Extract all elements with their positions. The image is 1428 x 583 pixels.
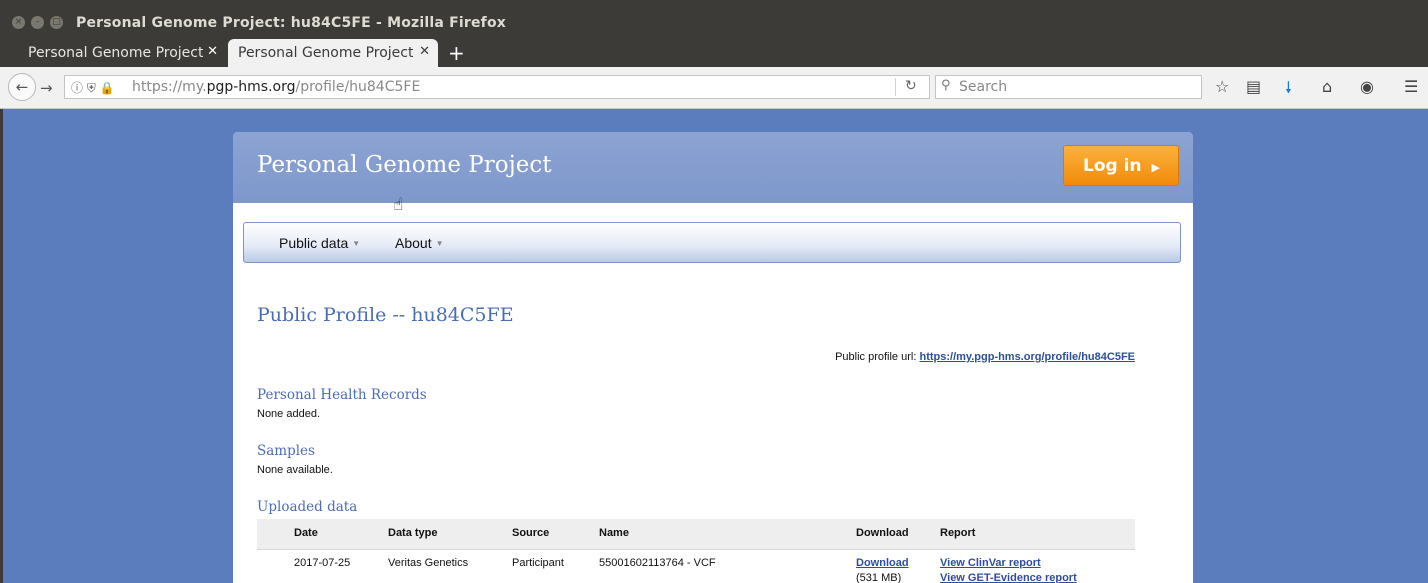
profile-url-link[interactable]: https://my.pgp-hms.org/profile/hu84C5FE <box>919 351 1135 363</box>
menu-public-data[interactable]: Public data ▼ <box>279 235 360 251</box>
column-header: Report <box>940 527 976 539</box>
profile-url-line: Public profile url: https://my.pgp-hms.o… <box>835 351 1135 363</box>
caret-down-icon: ▼ <box>435 239 444 248</box>
samples-text: None available. <box>257 464 333 476</box>
page-viewport: Personal Genome Project Log in ▶ ☝ Public… <box>3 109 1428 583</box>
search-placeholder: Search <box>959 79 1008 95</box>
url-separator <box>895 78 896 96</box>
uploaded-data-title: Uploaded data <box>257 499 358 515</box>
url-host: pgp-hms.org <box>206 79 296 95</box>
new-tab-button[interactable]: + <box>448 41 465 65</box>
home-icon[interactable]: ⌂ <box>1322 77 1332 96</box>
tab-active[interactable]: Personal Genome Project ✕ <box>228 39 438 67</box>
table-header: Date Data type Source Name Download Repo… <box>257 519 1135 550</box>
window-titlebar: × – □ Personal Genome Project: hu84C5FE … <box>0 9 1428 37</box>
table-row: 2017-07-25 Veritas Genetics Participant … <box>257 550 1135 583</box>
menu-about[interactable]: About ▼ <box>395 235 444 251</box>
site-header: Personal Genome Project Log in ▶ ☝ <box>233 132 1193 215</box>
uploaded-data-table: Date Data type Source Name Download Repo… <box>257 519 1135 583</box>
tab-inactive[interactable]: Personal Genome Project ✕ <box>18 39 226 67</box>
reading-list-icon[interactable]: ▤ <box>1246 77 1261 96</box>
column-header: Source <box>512 527 550 539</box>
content-container: Personal Genome Project Log in ▶ ☝ Public… <box>233 132 1193 583</box>
get-evidence-report-link[interactable]: View GET-Evidence report <box>940 572 1077 583</box>
caret-down-icon: ▼ <box>352 239 361 248</box>
column-header: Date <box>294 527 318 539</box>
clinvar-report-link[interactable]: View ClinVar report <box>940 557 1077 569</box>
health-records-text: None added. <box>257 408 320 420</box>
url-prefix: https://my. <box>132 79 207 95</box>
window-close-button[interactable]: × <box>12 16 25 29</box>
column-header: Name <box>599 527 629 539</box>
pocket-icon[interactable]: ◉ <box>1360 77 1374 96</box>
tab-strip: Personal Genome Project ✕ Personal Genom… <box>0 37 1428 67</box>
download-icon[interactable]: 🠗 <box>1285 77 1292 104</box>
play-arrow-icon: ▶ <box>1151 161 1160 174</box>
navigation-toolbar: ← → ⓘ ⛨ 🔒 https://my.pgp-hms.org/profile… <box>0 67 1428 109</box>
forward-arrow-icon[interactable]: → <box>40 79 53 97</box>
lock-icon[interactable]: 🔒 <box>100 81 115 95</box>
download-size: (531 MB) <box>856 572 902 583</box>
window-minimize-button[interactable]: – <box>31 16 44 29</box>
login-label: Log in <box>1083 156 1142 176</box>
column-header: Data type <box>388 527 438 539</box>
login-button[interactable]: Log in ▶ <box>1063 145 1179 186</box>
bookmark-star-icon[interactable]: ☆ <box>1215 77 1229 96</box>
url-path: /profile/hu84C5FE <box>295 79 421 95</box>
back-arrow-icon[interactable]: ← <box>8 73 36 101</box>
reload-icon[interactable]: ↻ <box>905 78 917 94</box>
search-input[interactable]: ⚲ Search <box>935 75 1202 99</box>
menu-label: Public data <box>279 235 349 251</box>
window-maximize-button[interactable]: □ <box>50 16 63 29</box>
samples-title: Samples <box>257 443 315 459</box>
url-text[interactable]: https://my.pgp-hms.org/profile/hu84C5FE <box>132 79 420 95</box>
cell-date: 2017-07-25 <box>294 557 351 569</box>
hamburger-menu-icon[interactable]: ☰ <box>1404 77 1418 96</box>
download-link[interactable]: Download <box>856 557 909 569</box>
tab-close-icon[interactable]: ✕ <box>207 44 218 59</box>
cell-download: Download (531 MB) <box>856 557 909 583</box>
window-title: Personal Genome Project: hu84C5FE - Mozi… <box>76 15 507 31</box>
cell-data-type: Veritas Genetics <box>388 557 469 569</box>
cell-report: View ClinVar report View GET-Evidence re… <box>940 557 1077 583</box>
menu-label: About <box>395 235 432 251</box>
profile-url-label: Public profile url: <box>835 351 917 363</box>
main-menu: Public data ▼ About ▼ <box>243 222 1181 263</box>
tab-label: Personal Genome Project <box>28 45 203 61</box>
info-icon[interactable]: ⓘ <box>71 81 83 95</box>
pointer-cursor-icon: ☝ <box>393 195 404 215</box>
tab-label: Personal Genome Project <box>238 45 413 61</box>
shield-icon[interactable]: ⛨ <box>87 81 96 95</box>
page-title: Public Profile -- hu84C5FE <box>257 304 514 326</box>
column-header: Download <box>856 527 909 539</box>
tab-close-icon[interactable]: ✕ <box>419 44 430 59</box>
url-bar[interactable]: ⓘ ⛨ 🔒 https://my.pgp-hms.org/profile/hu8… <box>64 75 930 99</box>
cell-source: Participant <box>512 557 564 569</box>
cell-name: 55001602113764 - VCF <box>599 557 716 569</box>
health-records-title: Personal Health Records <box>257 387 427 403</box>
search-icon: ⚲ <box>941 78 951 93</box>
site-title[interactable]: Personal Genome Project <box>257 152 551 178</box>
